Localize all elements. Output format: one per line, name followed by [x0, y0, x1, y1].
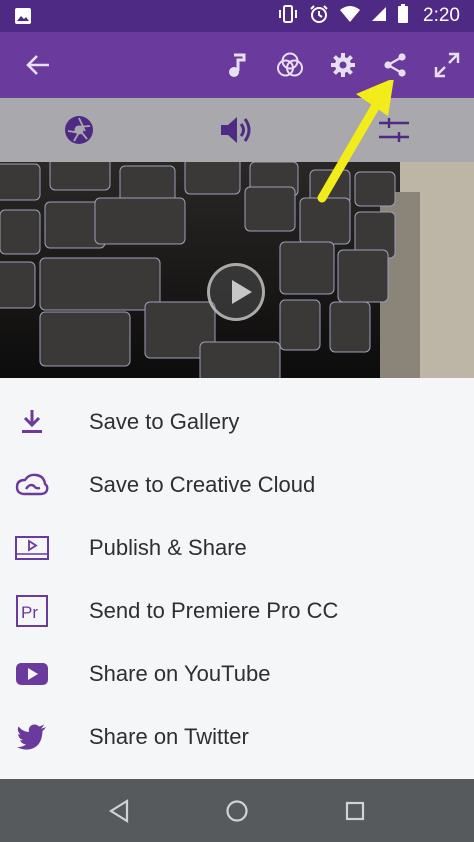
vibrate-icon — [277, 4, 299, 28]
menu-item-label: Save to Gallery — [89, 408, 240, 434]
menu-item-save-to-gallery[interactable]: Save to Gallery — [0, 390, 474, 453]
menu-item-publish-share[interactable]: Publish & Share — [0, 516, 474, 579]
menu-item-label: Save to Creative Cloud — [89, 471, 316, 497]
video-preview[interactable] — [0, 162, 474, 378]
image-icon — [14, 7, 32, 30]
youtube-icon — [14, 656, 50, 692]
menu-item-share-youtube[interactable]: Share on YouTube — [0, 642, 474, 705]
menu-item-save-to-creative-cloud[interactable]: Save to Creative Cloud — [0, 453, 474, 516]
recents-square-icon[interactable] — [342, 798, 368, 824]
aperture-icon[interactable] — [59, 110, 99, 150]
back-arrow-icon[interactable] — [22, 49, 54, 81]
play-icon[interactable] — [207, 263, 265, 321]
premiere-pro-icon: Pr — [14, 593, 50, 629]
clock-time: 2:20 — [423, 5, 460, 26]
volume-icon[interactable] — [216, 110, 256, 150]
publish-icon — [14, 530, 50, 566]
battery-icon — [397, 3, 409, 29]
twitter-icon — [14, 719, 50, 755]
download-icon — [14, 404, 50, 440]
top-toolbar — [0, 32, 474, 98]
home-circle-icon[interactable] — [224, 798, 250, 824]
share-menu: Save to Gallery Save to Creative Cloud P… — [0, 378, 474, 779]
settings-icon[interactable] — [327, 49, 359, 81]
color-filter-icon[interactable] — [274, 49, 306, 81]
menu-item-share-twitter[interactable]: Share on Twitter — [0, 705, 474, 768]
creative-cloud-icon — [14, 467, 50, 503]
edit-tabs — [0, 98, 474, 162]
menu-item-label: Publish & Share — [89, 534, 247, 560]
adjust-sliders-icon[interactable] — [374, 110, 414, 150]
system-nav-bar — [0, 779, 474, 842]
signal-icon — [371, 6, 387, 27]
menu-item-send-to-premiere-pro[interactable]: Pr Send to Premiere Pro CC — [0, 579, 474, 642]
menu-item-label: Send to Premiere Pro CC — [89, 597, 339, 623]
premiere-pro-icon-text: Pr — [21, 603, 38, 622]
menu-item-label: Share on Twitter — [89, 723, 249, 749]
menu-item-label: Share on YouTube — [89, 660, 271, 686]
fullscreen-icon[interactable] — [431, 49, 463, 81]
music-icon[interactable] — [220, 49, 252, 81]
back-triangle-icon[interactable] — [106, 798, 132, 824]
share-icon[interactable] — [379, 49, 411, 81]
alarm-icon — [309, 4, 329, 29]
wifi-icon — [339, 5, 361, 28]
status-bar: 2:20 — [0, 0, 474, 32]
